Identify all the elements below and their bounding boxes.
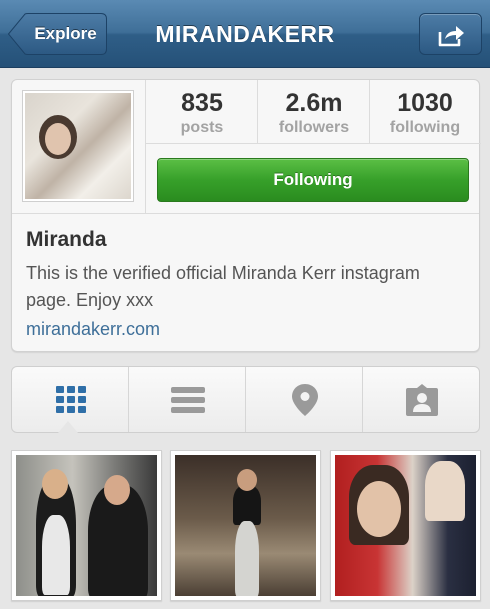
navigation-bar: Explore MIRANDAKERR — [0, 0, 490, 68]
photo-image — [16, 455, 157, 596]
photo-thumbnail[interactable] — [170, 450, 321, 601]
profile-card: 835 posts 2.6m followers 1030 following … — [11, 79, 481, 352]
tab-list-view[interactable] — [129, 367, 246, 432]
followers-stat[interactable]: 2.6m followers — [258, 80, 370, 144]
divider — [12, 213, 479, 214]
active-tab-pointer — [58, 421, 78, 433]
photo-thumbnail[interactable] — [330, 450, 481, 601]
share-button[interactable] — [419, 13, 482, 55]
photo-thumbnail[interactable] — [11, 450, 162, 601]
following-stat[interactable]: 1030 following — [369, 80, 481, 144]
posts-count: 835 — [181, 89, 223, 117]
following-label: following — [389, 119, 461, 136]
followers-count: 2.6m — [285, 89, 343, 117]
profile-stats: 835 posts 2.6m followers 1030 following — [146, 80, 481, 144]
website-link[interactable]: mirandakerr.com — [26, 319, 466, 340]
avatar-photo — [25, 93, 131, 199]
share-icon — [438, 26, 464, 47]
tagged-user-icon — [405, 383, 438, 416]
profile-name: Miranda — [26, 228, 107, 251]
list-icon — [170, 386, 205, 413]
posts-stat[interactable]: 835 posts — [146, 80, 258, 144]
tab-map-view[interactable] — [246, 367, 363, 432]
followers-label: followers — [278, 119, 350, 136]
following-button[interactable]: Following — [157, 158, 469, 202]
posts-label: posts — [180, 119, 224, 136]
profile-view-tabs — [11, 366, 480, 433]
profile-username-title: MIRANDAKERR — [155, 21, 335, 47]
following-count: 1030 — [397, 89, 453, 117]
profile-avatar[interactable] — [22, 90, 134, 202]
explore-back-button[interactable]: Explore — [8, 13, 107, 55]
photo-image — [175, 455, 316, 596]
explore-back-label: Explore — [34, 24, 97, 43]
bio-text: This is the verified official Miranda Ke… — [26, 263, 420, 310]
profile-bio: Miranda This is the verified official Mi… — [26, 228, 466, 340]
photo-image — [335, 455, 476, 596]
grid-icon — [55, 385, 86, 413]
tab-photos-of-user[interactable] — [363, 367, 480, 432]
map-pin-icon — [291, 383, 318, 416]
